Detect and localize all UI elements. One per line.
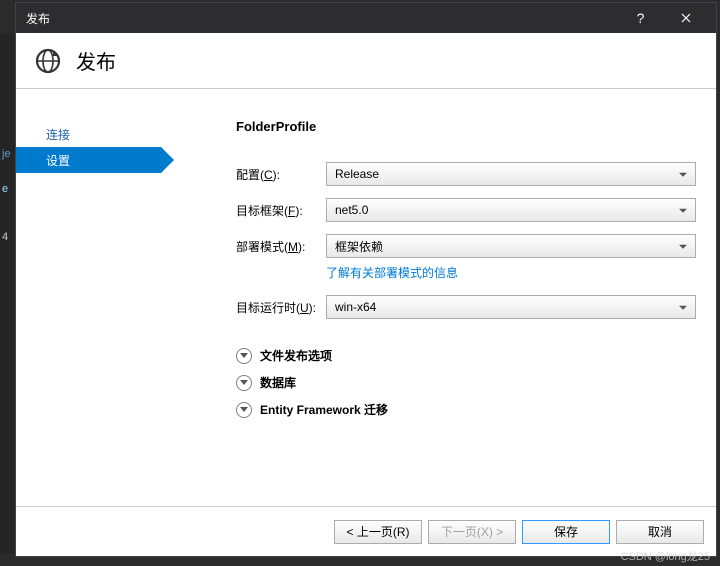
deploy-info-link[interactable]: 了解有关部署模式的信息 (326, 264, 696, 281)
page-title: 发布 (76, 46, 116, 75)
settings-panel: FolderProfile 配置(C): Release 目标框架(F): ne… (161, 89, 716, 506)
close-button[interactable] (663, 3, 708, 33)
sidebar-item-settings[interactable]: 设置 (16, 147, 161, 173)
expander-label: 数据库 (260, 374, 296, 391)
globe-icon (34, 47, 62, 75)
dialog-content: 连接 设置 FolderProfile 配置(C): Release 目标框架(… (16, 89, 716, 506)
expander-label: 文件发布选项 (260, 347, 332, 364)
runtime-label: 目标运行时(U): (236, 299, 316, 316)
chevron-down-icon (236, 375, 252, 391)
expander-ef-migrations[interactable]: Entity Framework 迁移 (236, 401, 696, 418)
sidebar-item-label: 连接 (46, 126, 70, 143)
sidebar-item-connection[interactable]: 连接 (16, 121, 161, 147)
runtime-row: 目标运行时(U): win-x64 (236, 295, 696, 319)
expander-label: Entity Framework 迁移 (260, 401, 388, 418)
watermark: CSDN @long龙25 (621, 548, 710, 564)
dialog-footer: < 上一页(R) 下一页(X) > 保存 取消 (16, 506, 716, 556)
chevron-down-icon (236, 348, 252, 364)
chevron-down-icon (236, 402, 252, 418)
dialog-header: 发布 (16, 33, 716, 89)
deploy-label: 部署模式(M): (236, 238, 316, 255)
titlebar: 发布 ? (16, 3, 716, 33)
cancel-button[interactable]: 取消 (616, 520, 704, 544)
prev-button[interactable]: < 上一页(R) (334, 520, 422, 544)
help-button[interactable]: ? (618, 3, 663, 33)
expander-file-publish[interactable]: 文件发布选项 (236, 347, 696, 364)
window-title: 发布 (26, 10, 618, 27)
config-row: 配置(C): Release (236, 162, 696, 186)
save-button[interactable]: 保存 (522, 520, 610, 544)
framework-dropdown[interactable]: net5.0 (326, 198, 696, 222)
config-dropdown[interactable]: Release (326, 162, 696, 186)
config-label: 配置(C): (236, 166, 316, 183)
runtime-dropdown[interactable]: win-x64 (326, 295, 696, 319)
close-icon (681, 13, 691, 23)
sidebar-item-label: 设置 (46, 152, 70, 169)
framework-row: 目标框架(F): net5.0 (236, 198, 696, 222)
next-button: 下一页(X) > (428, 520, 516, 544)
profile-title: FolderProfile (236, 119, 696, 134)
deploy-dropdown[interactable]: 框架依赖 (326, 234, 696, 258)
publish-dialog: 发布 ? 发布 连接 设置 FolderProfile (15, 2, 717, 557)
framework-label: 目标框架(F): (236, 202, 316, 219)
expander-database[interactable]: 数据库 (236, 374, 696, 391)
sidebar: 连接 设置 (16, 89, 161, 506)
deploy-row: 部署模式(M): 框架依赖 (236, 234, 696, 258)
